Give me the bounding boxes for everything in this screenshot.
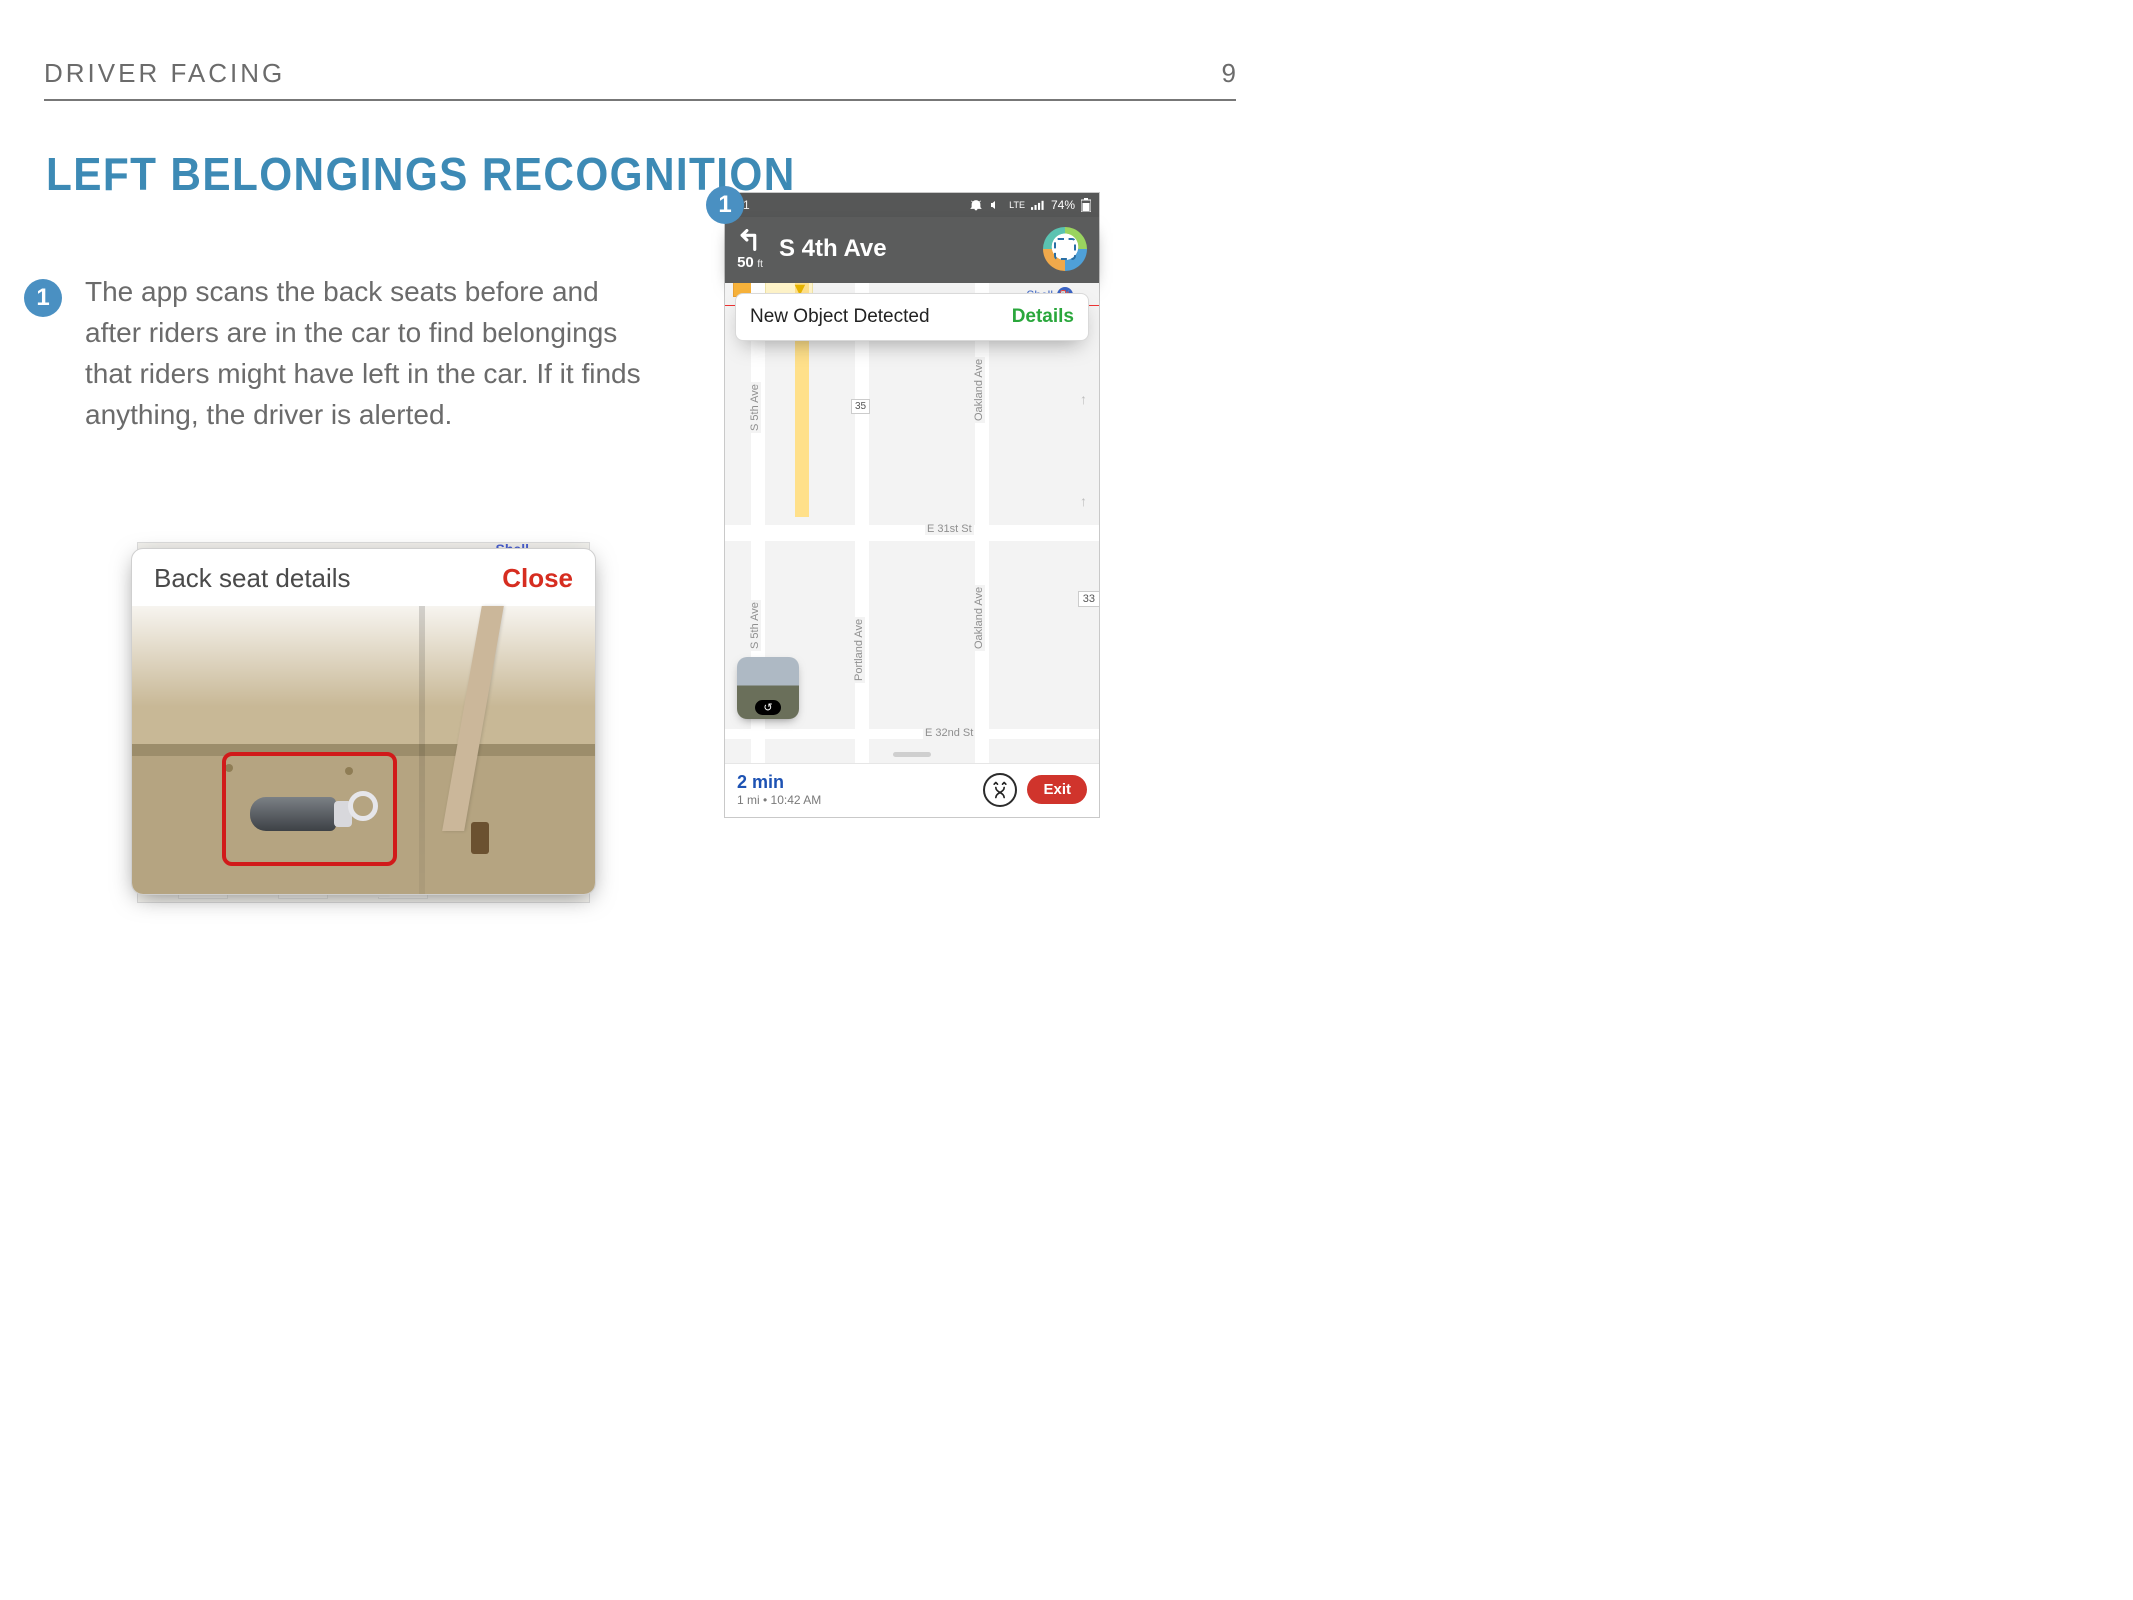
details-button[interactable]: Details — [1012, 306, 1074, 328]
status-bar: :21 LTE 74% — [725, 193, 1099, 217]
map-road — [975, 283, 989, 763]
backseat-popup-illustration: Shell Back seat details Close — [131, 548, 596, 895]
bottom-sheet-drag-handle[interactable] — [893, 752, 931, 757]
map-street-label: E 31st St — [925, 523, 974, 535]
vibrate-mute-icon — [989, 199, 1003, 211]
map-house-number: 33 — [1078, 591, 1099, 607]
turn-instruction: 50 ft — [737, 229, 763, 270]
turn-distance-value: 50 — [737, 254, 754, 271]
alternate-routes-button[interactable] — [983, 773, 1017, 807]
map-road — [855, 283, 869, 763]
eta-bar: 2 min 1 mi • 10:42 AM Exit — [725, 763, 1099, 817]
bullet-badge-right: 1 — [706, 186, 744, 224]
map-street-label: Oakland Ave — [973, 357, 985, 423]
map-oneway-arrow-icon: ↑ — [1080, 391, 1087, 407]
phone-mockup: :21 LTE 74% — [724, 192, 1100, 818]
map-street-label: Portland Ave — [853, 617, 865, 683]
page-number: 9 — [1222, 58, 1236, 89]
turn-left-icon — [737, 229, 763, 255]
navigation-header: 50 ft S 4th Ave — [725, 217, 1099, 283]
notification-message: New Object Detected — [750, 306, 930, 328]
popup-header: Back seat details Close — [132, 549, 595, 606]
body-paragraph: The app scans the back seats before and … — [85, 272, 645, 436]
bullet-number-text: 1 — [718, 191, 731, 219]
map-road — [725, 729, 1099, 739]
alarm-icon — [969, 199, 983, 211]
eta-subtext: 1 mi • 10:42 AM — [737, 793, 821, 807]
map-house-number: 35 — [851, 399, 870, 414]
exit-button[interactable]: Exit — [1027, 775, 1087, 804]
map-street-label: S 5th Ave — [749, 382, 761, 433]
signal-icon — [1031, 199, 1045, 211]
rotate-360-icon: ↺ — [755, 700, 780, 715]
battery-percent: 74% — [1051, 198, 1075, 212]
map-road — [725, 525, 1099, 541]
backseat-image — [132, 606, 595, 894]
close-button[interactable]: Close — [502, 563, 573, 594]
seatbelt-buckle-icon — [471, 822, 489, 854]
nav-street-name: S 4th Ave — [779, 235, 1027, 263]
map-street-label: Oakland Ave — [973, 585, 985, 651]
map-oneway-arrow-icon: ↑ — [1080, 493, 1087, 509]
detected-bottle-icon — [250, 791, 370, 837]
popup-title: Back seat details — [154, 563, 351, 594]
map-view[interactable]: ▼ Park & Lake Car Wash Shell ⛽ S 5th Ave… — [725, 283, 1099, 763]
map-street-label: S 5th Ave — [749, 600, 761, 651]
map-street-label: E 32nd St — [923, 727, 975, 739]
battery-icon — [1081, 198, 1091, 212]
slide-header: DRIVER FACING 9 — [44, 58, 1236, 101]
alternate-routes-icon — [990, 780, 1010, 800]
notification-card[interactable]: New Object Detected Details — [735, 293, 1089, 341]
bullet-number-text: 1 — [36, 284, 49, 312]
lte-label: LTE — [1009, 201, 1025, 210]
turn-distance-unit: ft — [757, 259, 763, 270]
section-label: DRIVER FACING — [44, 58, 285, 89]
eta-minutes: 2 min — [737, 772, 821, 793]
eta-info: 2 min 1 mi • 10:42 AM — [737, 772, 821, 807]
backseat-popup-card: Back seat details Close — [131, 548, 596, 895]
slide-title: LEFT BELONGINGS RECOGNITION — [46, 147, 796, 201]
overlay-scan-badge-icon[interactable] — [1043, 227, 1087, 271]
streetview-thumbnail[interactable]: ↺ — [737, 657, 799, 719]
seatbelt-icon — [442, 606, 504, 831]
bullet-badge-left: 1 — [24, 279, 62, 317]
